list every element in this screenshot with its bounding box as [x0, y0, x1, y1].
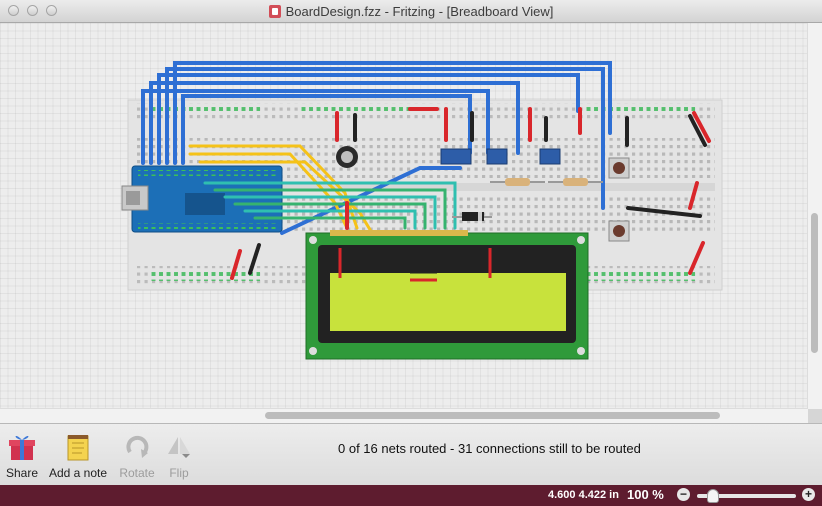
- window-title: BoardDesign.fzz - Fritzing - [Breadboard…: [0, 4, 822, 19]
- note-icon: [63, 432, 93, 462]
- bottom-toolbar: Share Add a note Rotate Flip 0 of 16 net…: [0, 423, 822, 486]
- routing-status: 0 of 16 nets routed - 31 connections sti…: [338, 441, 641, 456]
- terminal-blocks[interactable]: [440, 148, 561, 165]
- add-note-label: Add a note: [48, 466, 108, 480]
- zoom-in-button[interactable]: +: [802, 488, 815, 501]
- rotate-icon: [122, 432, 152, 462]
- vertical-scrollbar[interactable]: [807, 23, 822, 409]
- status-bar: 4.600 4.422 in 100 % − +: [0, 485, 822, 506]
- window-title-text: BoardDesign.fzz - Fritzing - [Breadboard…: [285, 4, 554, 19]
- zoom-slider-knob[interactable]: [707, 489, 720, 503]
- flip-button[interactable]: Flip: [164, 432, 194, 480]
- zoom-out-button[interactable]: −: [677, 488, 690, 501]
- horizontal-scrollbar[interactable]: [0, 408, 808, 423]
- potentiometer[interactable]: [336, 146, 358, 168]
- gift-icon: [7, 432, 37, 462]
- zoom-level: 100 %: [627, 487, 664, 502]
- rotate-label: Rotate: [119, 466, 155, 480]
- vertical-scroll-thumb[interactable]: [811, 213, 818, 353]
- flip-label: Flip: [169, 466, 189, 480]
- add-note-button[interactable]: Add a note: [48, 432, 108, 480]
- lcd-module[interactable]: [305, 230, 589, 360]
- flip-icon: [164, 432, 194, 462]
- horizontal-scroll-thumb[interactable]: [265, 412, 720, 419]
- rotate-button[interactable]: Rotate: [118, 432, 156, 480]
- share-label: Share: [6, 466, 39, 480]
- cursor-coordinates: 4.600 4.422 in: [548, 489, 619, 501]
- arduino-nano[interactable]: [121, 165, 283, 233]
- fritzing-document-icon: [268, 5, 281, 18]
- breadboard-view[interactable]: [0, 23, 822, 423]
- canvas[interactable]: [0, 23, 808, 409]
- zoom-slider[interactable]: [697, 489, 796, 503]
- title-bar: BoardDesign.fzz - Fritzing - [Breadboard…: [0, 0, 822, 23]
- circuit-drawing[interactable]: [0, 23, 808, 409]
- share-button[interactable]: Share: [6, 432, 38, 480]
